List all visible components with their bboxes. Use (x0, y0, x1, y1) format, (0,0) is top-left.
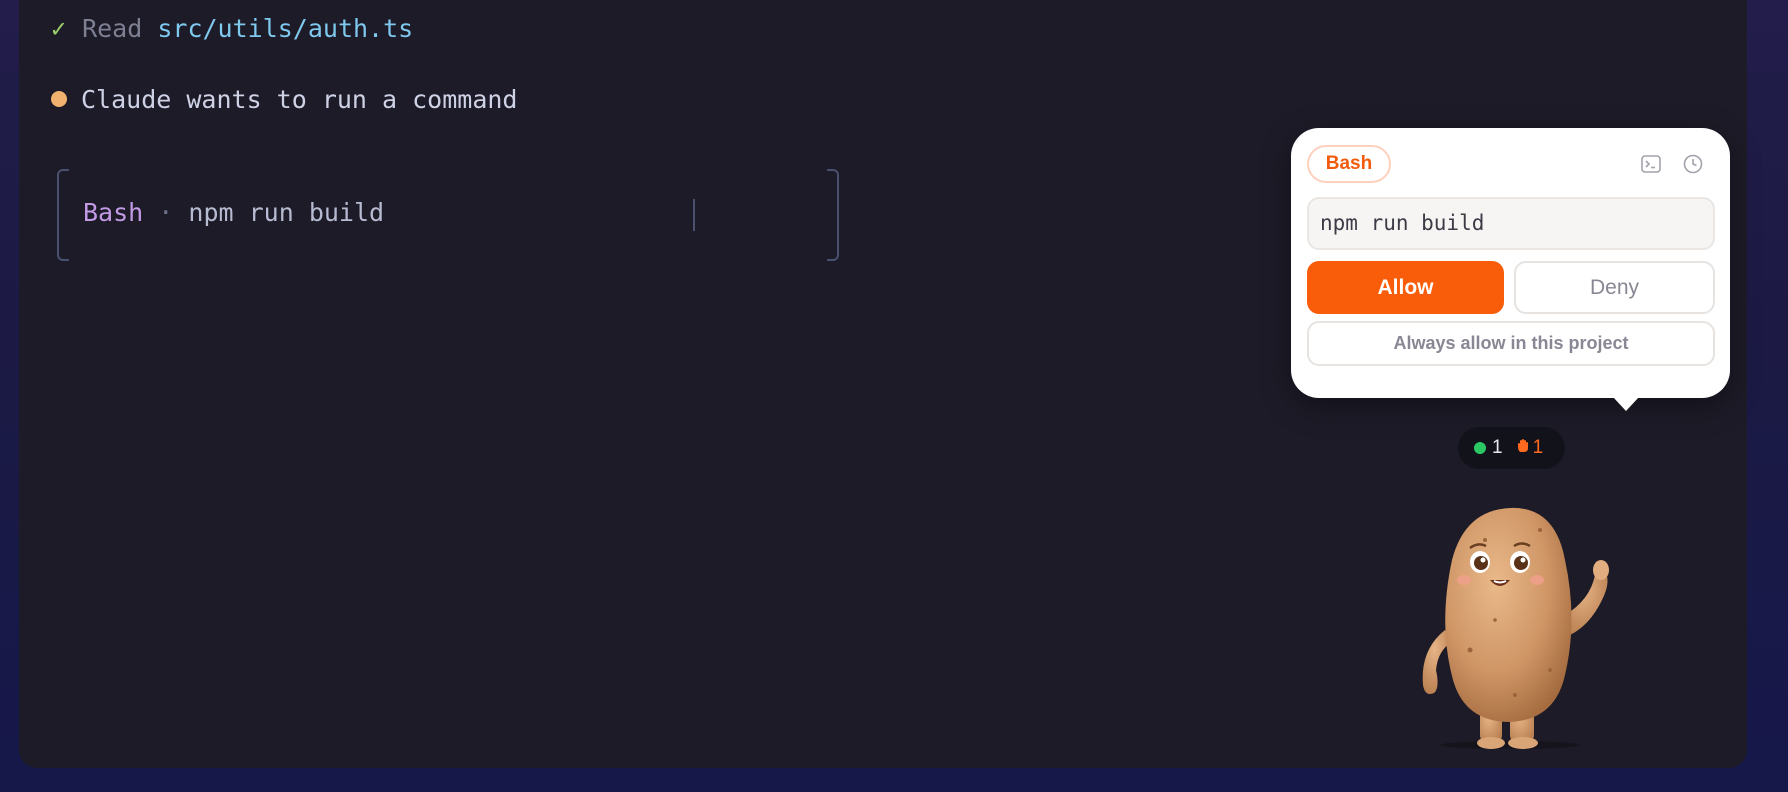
command-line: Bash · npm run build (83, 198, 384, 227)
active-dot-icon (1474, 442, 1486, 454)
potato-mascot-icon[interactable] (1390, 500, 1630, 750)
allow-button[interactable]: Allow (1307, 261, 1504, 314)
read-verb: Read (82, 14, 143, 43)
status-dot-icon (51, 91, 67, 107)
hand-icon (1517, 437, 1529, 459)
active-count: 1 (1492, 437, 1503, 458)
session-status-pill[interactable]: 1 1 (1458, 427, 1565, 469)
tool-badge: Bash (1307, 145, 1391, 183)
terminal-icon[interactable] (1639, 152, 1663, 176)
command-text: npm run build (188, 198, 385, 227)
command-separator: · (158, 198, 174, 227)
permission-prompt-line: Claude wants to run a command (51, 85, 518, 114)
read-log-line: ✓ Read src/utils/auth.ts (51, 14, 413, 43)
always-allow-button[interactable]: Always allow in this project (1307, 321, 1715, 366)
check-icon: ✓ (51, 14, 67, 43)
permission-popover: Bash npm run build Allow Deny Always all… (1291, 128, 1730, 411)
command-preview: npm run build (1307, 197, 1715, 250)
pending-count: 1 (1532, 437, 1544, 458)
deny-button[interactable]: Deny (1514, 261, 1715, 314)
clock-icon[interactable] (1681, 152, 1705, 176)
prompt-text: Claude wants to run a command (81, 85, 518, 114)
popover-tail (1613, 397, 1639, 411)
file-path: src/utils/auth.ts (157, 14, 414, 43)
command-box: Bash · npm run build (57, 169, 839, 261)
command-tool: Bash (83, 198, 144, 227)
